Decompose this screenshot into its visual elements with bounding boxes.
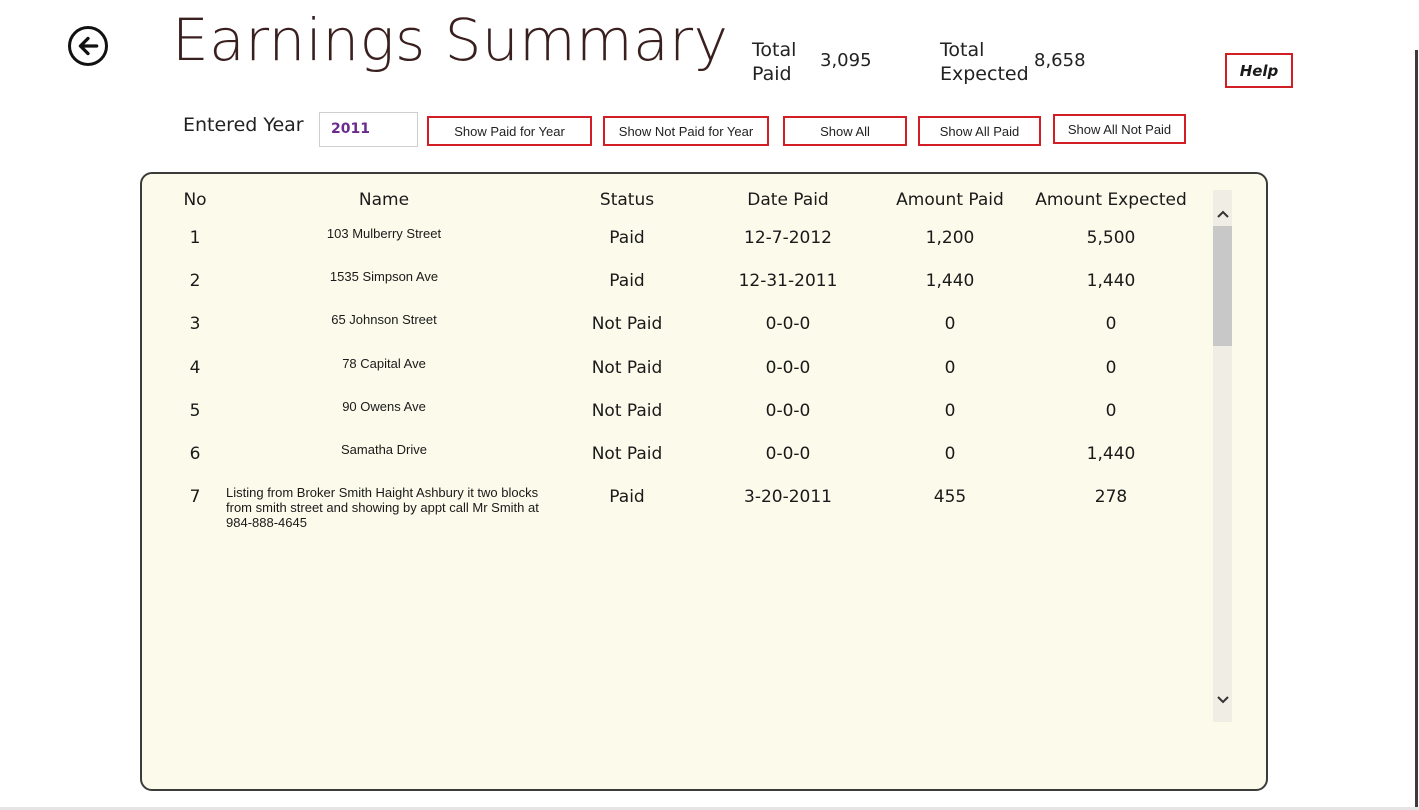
row-status: Not Paid [591,314,663,334]
row-name: 90 Owens Ave [342,399,426,414]
total-paid-label-line1: Total [752,39,797,61]
row-name: 103 Mulberry Street [326,226,442,241]
row-number: 5 [189,401,201,421]
row-number: 6 [189,444,201,464]
row-amount-paid: 0 [944,401,956,421]
row-date-paid: 12-31-2011 [738,271,838,291]
row-number: 4 [189,358,201,378]
row-amount-paid: 455 [933,487,967,507]
chevron-down-icon [1216,696,1229,704]
row-name: Samatha Drive [341,442,427,457]
column-header-amount-expected: Amount Expected [1035,190,1187,210]
total-expected-value: 8,658 [1034,50,1086,71]
row-amount-expected: 1,440 [1086,271,1136,291]
table-scrollbar[interactable] [1213,190,1232,722]
row-number: 1 [189,228,201,248]
show-all-paid-button[interactable]: Show All Paid [918,116,1041,146]
row-status: Paid [609,487,645,507]
total-expected-label: Total Expected [940,38,1029,86]
scroll-up-button[interactable] [1213,204,1232,224]
row-status: Paid [609,271,645,291]
row-amount-expected: 0 [1105,358,1117,378]
row-number: 3 [189,314,201,334]
total-paid-value: 3,095 [820,50,872,71]
column-header-amount-paid: Amount Paid [896,190,1004,210]
row-amount-expected: 5,500 [1086,228,1136,248]
show-not-paid-for-year-button[interactable]: Show Not Paid for Year [603,116,769,146]
row-date-paid: 0-0-0 [765,314,811,334]
row-name: 78 Capital Ave [342,356,426,371]
row-name: 1535 Simpson Ave [329,269,439,284]
scroll-thumb[interactable] [1213,226,1232,346]
row-amount-paid: 0 [944,358,956,378]
page-title: Earnings Summary [172,6,729,74]
row-amount-paid: 0 [944,314,956,334]
row-date-paid: 12-7-2012 [744,228,832,248]
row-name: Listing from Broker Smith Haight Ashbury… [226,485,539,530]
total-expected-label-line1: Total [940,39,985,61]
year-input[interactable]: 2011 [319,112,418,147]
row-amount-paid: 0 [944,444,956,464]
help-button[interactable]: Help [1225,53,1293,88]
row-status: Paid [609,228,645,248]
row-number: 2 [189,271,201,291]
back-button[interactable] [68,26,108,66]
column-header-status: Status [599,190,655,210]
scroll-down-button[interactable] [1213,690,1232,710]
total-expected-label-line2: Expected [940,63,1029,85]
arrow-left-icon [78,36,99,56]
show-all-not-paid-button[interactable]: Show All Not Paid [1053,114,1186,144]
row-date-paid: 0-0-0 [765,444,811,464]
row-number: 7 [189,487,201,507]
show-paid-for-year-button[interactable]: Show Paid for Year [427,116,592,146]
total-paid-label: Total Paid [752,38,796,86]
row-amount-expected: 0 [1105,314,1117,334]
row-amount-paid: 1,200 [925,228,975,248]
total-paid-label-line2: Paid [752,63,792,85]
column-header-date-paid: Date Paid [747,190,829,210]
column-header-no: No [183,190,207,210]
row-date-paid: 0-0-0 [765,401,811,421]
column-header-name: Name [358,190,410,210]
row-date-paid: 0-0-0 [765,358,811,378]
entered-year-label: Entered Year [183,114,304,136]
window-right-edge [1415,50,1418,810]
show-all-button[interactable]: Show All [783,116,907,146]
row-status: Not Paid [591,444,663,464]
row-amount-expected: 1,440 [1086,444,1136,464]
row-status: Not Paid [591,401,663,421]
row-amount-paid: 1,440 [925,271,975,291]
earnings-table: No Name Status Date Paid Amount Paid Amo… [140,172,1268,791]
row-amount-expected: 0 [1105,401,1117,421]
row-status: Not Paid [591,358,663,378]
row-date-paid: 3-20-2011 [744,487,832,507]
chevron-up-icon [1216,210,1229,218]
row-name: 65 Johnson Street [331,312,437,327]
earnings-summary-page: Earnings Summary Total Paid 3,095 Total … [0,0,1419,810]
row-amount-expected: 278 [1094,487,1128,507]
